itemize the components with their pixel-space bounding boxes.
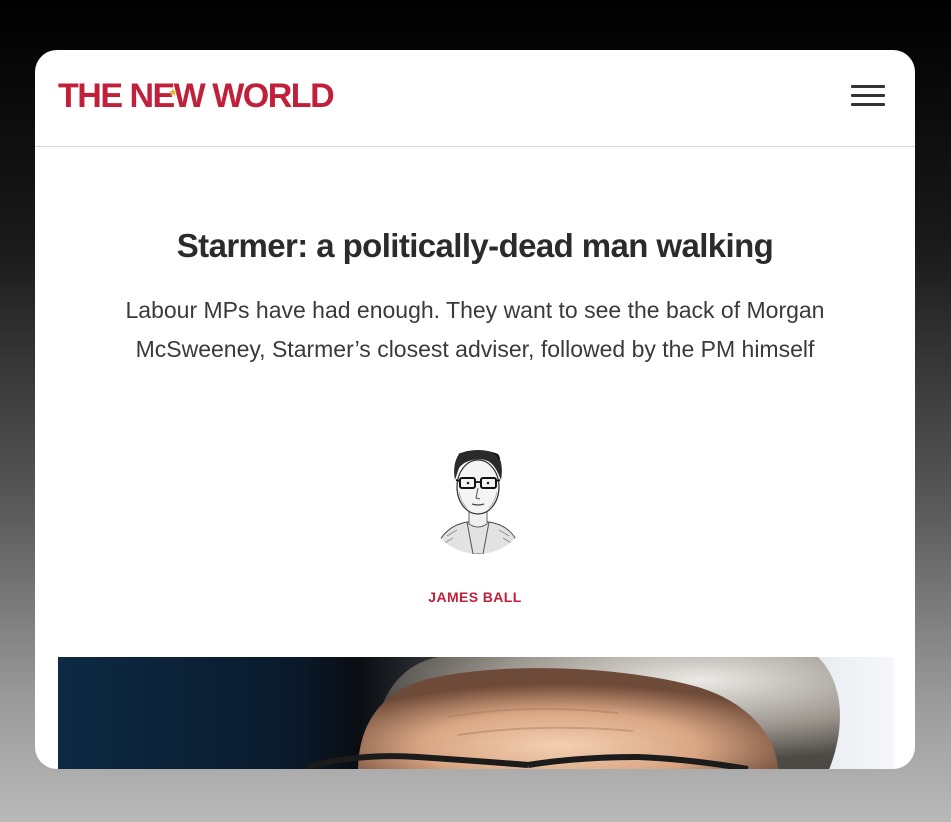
site-logo[interactable]: THE NEW WORLD [58, 78, 335, 114]
article-headline: Starmer: a politically-dead man walking [176, 227, 774, 264]
site-header: THE NEW WORLD ★ [35, 50, 915, 147]
hamburger-menu-icon[interactable] [851, 83, 887, 109]
author-byline-link[interactable]: JAMES BALL [35, 589, 915, 605]
menu-line [851, 94, 885, 97]
menu-line [851, 103, 885, 106]
article-hero-image [58, 657, 894, 769]
logo-star-icon: ★ [168, 87, 178, 99]
author-portrait [433, 450, 523, 554]
menu-line [851, 85, 885, 88]
article-card: THE NEW WORLD ★ Starmer: a politically-d… [35, 50, 915, 769]
article-standfirst: Labour MPs have had enough. They want to… [125, 297, 825, 362]
